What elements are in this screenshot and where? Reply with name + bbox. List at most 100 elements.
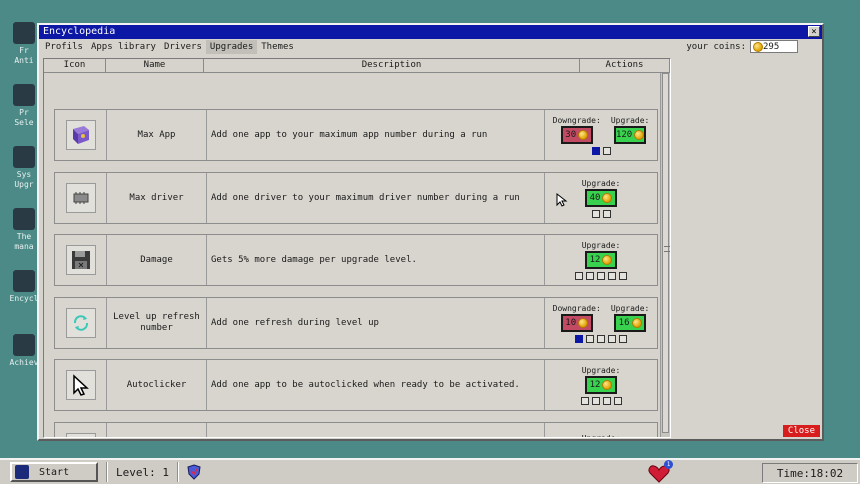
- upgrade-level-indicator: [575, 334, 627, 343]
- upgrade-button[interactable]: 12: [585, 250, 617, 269]
- upgrade-group: Upgrade: 12: [581, 365, 621, 394]
- trophy-icon: [13, 334, 35, 356]
- upgrade-label: Upgrade:: [610, 115, 650, 125]
- row-actions: Downgrade: 30 Upgrade: 120: [545, 110, 657, 160]
- menu-upgrades[interactable]: Upgrades: [205, 40, 258, 54]
- table-row: Megabonus fileAdd one choice when openin…: [54, 422, 658, 437]
- upgrade-group: Upgrade: 16: [610, 303, 650, 332]
- start-button[interactable]: Start: [10, 462, 98, 482]
- upgrade-group: Upgrade:40: [581, 178, 621, 207]
- upgrade-level-indicator: [575, 271, 627, 280]
- level-box: [591, 396, 600, 405]
- coins-value-box: 295: [750, 40, 798, 53]
- window-close-icon[interactable]: ×: [808, 26, 820, 37]
- downgrade-group: Downgrade: 30: [553, 116, 601, 144]
- upgrade-button[interactable]: 12: [585, 375, 617, 394]
- folder-icon: [65, 433, 96, 437]
- header-actions: Actions: [580, 59, 670, 72]
- table-row: Level up refresh number Add one refresh d…: [54, 297, 658, 349]
- coin-icon: [602, 379, 613, 390]
- upgrade-button[interactable]: 120: [613, 125, 647, 144]
- select-icon: [13, 84, 35, 106]
- downgrade-cost: 10: [565, 317, 577, 328]
- coin-icon: [602, 254, 613, 265]
- upgrade-level-indicator: [591, 146, 611, 155]
- header-name: Name: [106, 59, 204, 72]
- level-box: [586, 334, 594, 343]
- row-description: Add one refresh during level up: [207, 298, 545, 348]
- antivirus-shield-icon[interactable]: [187, 464, 201, 480]
- table-row: Autoclicker Add one app to be autoclicked…: [54, 359, 658, 411]
- close-button[interactable]: Close: [782, 425, 820, 437]
- menu-apps-library[interactable]: Apps library: [87, 40, 160, 54]
- start-label: Start: [39, 466, 70, 478]
- level-indicator: Level: 1: [116, 465, 169, 479]
- row-description: Add one driver to your maximum driver nu…: [207, 173, 545, 223]
- level-box: [602, 209, 611, 218]
- level-box: [591, 146, 600, 155]
- system-icon: [13, 146, 35, 168]
- mouse-cursor-icon: [556, 193, 568, 207]
- row-description: Add one choice when opening a Megabonus …: [207, 423, 545, 437]
- menu-profils[interactable]: Profils: [41, 40, 87, 54]
- upgrade-cost: 12: [589, 254, 601, 265]
- coin-icon: [753, 41, 763, 52]
- upgrade-button[interactable]: 40: [585, 188, 617, 207]
- coin-icon: [578, 317, 589, 328]
- upgrade-cost: 16: [618, 317, 630, 328]
- coins-display: your coins: 295: [686, 40, 798, 53]
- taskbar-separator: [106, 462, 108, 482]
- coins-value: 295: [763, 41, 780, 52]
- downgrade-button[interactable]: 10: [560, 313, 593, 332]
- upgrade-label: Upgrade:: [581, 365, 621, 375]
- clock: Time:18:02: [762, 463, 858, 483]
- taskbar: Start Level: 1 1 Time:18:02: [0, 458, 860, 484]
- row-icon-cell: [55, 173, 107, 223]
- upgrade-group: Upgrade:40: [582, 434, 621, 437]
- row-name: Max App: [107, 110, 207, 160]
- row-name: Autoclicker: [107, 360, 207, 410]
- scrollbar-thumb[interactable]: [662, 73, 670, 433]
- row-actions: Downgrade: 10 Upgrade: 16: [545, 298, 657, 348]
- upgrade-label: Upgrade:: [582, 434, 621, 437]
- row-actions: Upgrade: 12: [545, 360, 657, 410]
- upgrade-label: Upgrade:: [581, 178, 621, 188]
- menu-drivers[interactable]: Drivers: [160, 40, 206, 54]
- level-box: [608, 271, 616, 280]
- upgrade-label: Upgrade:: [581, 240, 621, 250]
- row-name: Damage: [107, 235, 207, 285]
- coin-icon: [602, 192, 613, 203]
- downgrade-label: Downgrade:: [552, 115, 601, 125]
- level-box: [586, 271, 594, 280]
- level-box: [602, 396, 611, 405]
- menu-themes[interactable]: Themes: [257, 40, 298, 54]
- coins-label: your coins:: [686, 41, 746, 52]
- level-box: [575, 334, 583, 343]
- level-box: [608, 334, 616, 343]
- theme-icon: [13, 208, 35, 230]
- row-description: Gets 5% more damage per upgrade level.: [207, 235, 545, 285]
- upgrade-level-indicator: [591, 209, 611, 218]
- row-icon-cell: [55, 298, 107, 348]
- downgrade-button[interactable]: 30: [560, 125, 593, 144]
- window-titlebar[interactable]: Encyclopedia ×: [39, 25, 822, 39]
- row-name: Max driver: [107, 173, 207, 223]
- vertical-scrollbar[interactable]: [660, 73, 670, 437]
- row-name: Megabonus file: [107, 423, 207, 437]
- level-box: [591, 209, 600, 218]
- level-box: [619, 334, 627, 343]
- row-actions: Upgrade:40: [545, 423, 657, 437]
- header-description: Description: [204, 59, 580, 72]
- row-name: Level up refresh number: [107, 298, 207, 348]
- upgrade-cost: 120: [615, 129, 633, 140]
- row-icon-cell: [55, 360, 107, 410]
- shield-icon: [13, 22, 35, 44]
- upgrade-label: Upgrade:: [610, 303, 650, 313]
- level-box: [575, 271, 583, 280]
- row-icon-cell: [55, 235, 107, 285]
- row-description: Add one app to be autoclicked when ready…: [207, 360, 545, 410]
- coin-icon: [631, 317, 642, 328]
- upgrade-level-indicator: [580, 396, 622, 405]
- upgrade-cost: 12: [589, 379, 601, 390]
- upgrade-button[interactable]: 16: [614, 313, 647, 332]
